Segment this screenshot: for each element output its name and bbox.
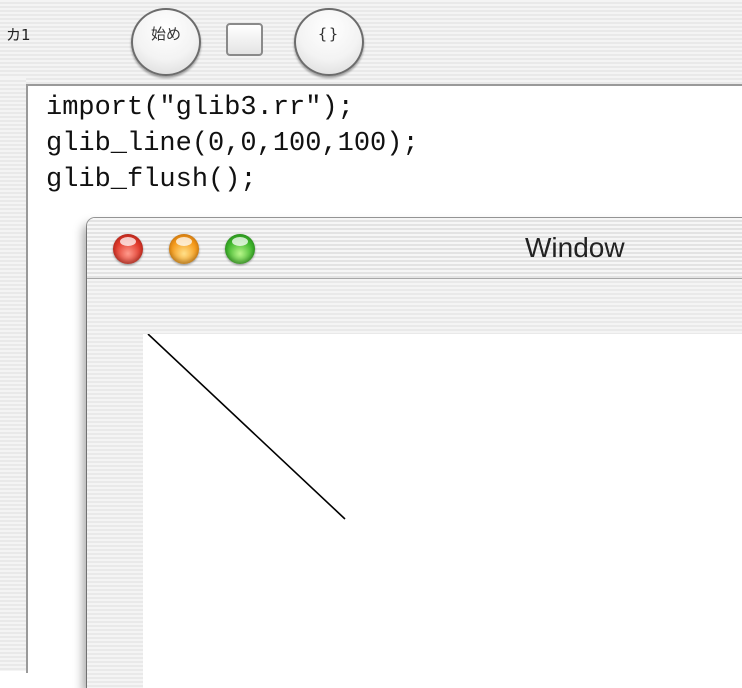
editor-gutter xyxy=(0,78,26,671)
graphics-window: Window xyxy=(87,218,742,688)
code-line: glib_flush(); xyxy=(46,165,257,195)
app-window: カ1 始め {} import("glib3.rr"); glib_line(0… xyxy=(0,0,742,688)
code-line: import("glib3.rr"); xyxy=(46,93,354,123)
window-title: Window xyxy=(525,232,625,263)
square-button[interactable] xyxy=(226,23,263,56)
close-button[interactable] xyxy=(113,234,143,264)
canvas-svg xyxy=(147,334,346,520)
window-body xyxy=(87,279,742,688)
drawn-line xyxy=(147,334,346,520)
start-button-label: 始め xyxy=(150,24,181,43)
toolbar: カ1 始め {} xyxy=(0,0,742,78)
zoom-button[interactable] xyxy=(225,234,255,264)
braces-button-label: {} xyxy=(317,25,341,43)
code-text[interactable]: import("glib3.rr"); glib_line(0,0,100,10… xyxy=(46,90,419,198)
toolbar-label: カ1 xyxy=(6,26,31,44)
code-line: glib_line(0,0,100,100); xyxy=(46,129,419,159)
drawing-canvas xyxy=(143,334,742,688)
braces-button[interactable]: {} xyxy=(294,8,364,76)
start-button[interactable]: 始め xyxy=(131,8,201,76)
minimize-button[interactable] xyxy=(169,234,199,264)
window-titlebar[interactable]: Window xyxy=(87,218,742,279)
